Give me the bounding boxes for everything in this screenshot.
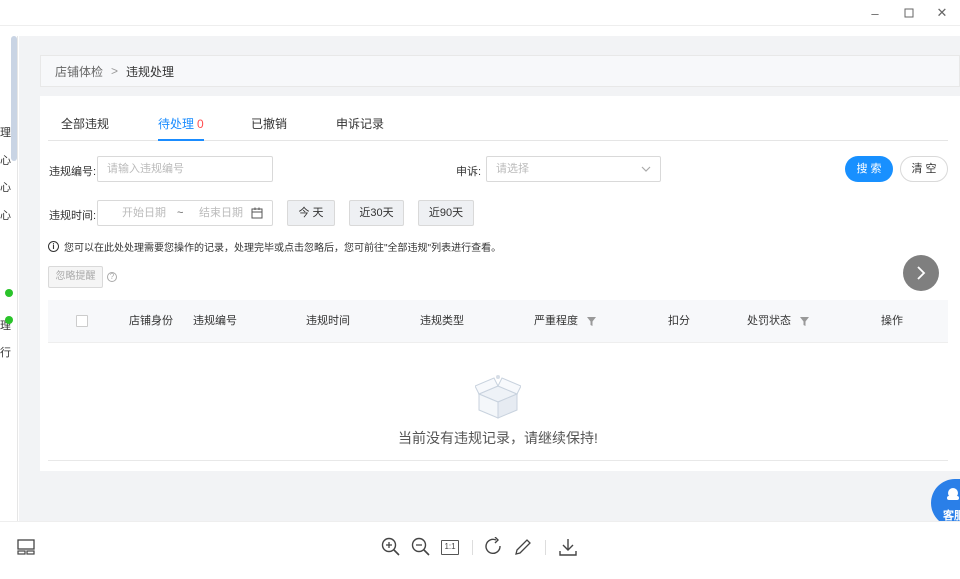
column-header: 店铺身份 xyxy=(129,315,173,327)
sidebar-fragment[interactable]: 心 xyxy=(0,179,11,195)
empty-text: 当前没有违规记录，请继续保持! xyxy=(398,430,598,446)
tab-label: 申诉记录 xyxy=(336,117,385,131)
column-header: 违规编号 xyxy=(193,315,237,327)
chevron-down-icon xyxy=(641,166,651,172)
status-dot xyxy=(5,289,13,297)
sidebar-fragment[interactable]: 心 xyxy=(0,207,11,223)
rotate-button[interactable] xyxy=(483,536,505,558)
date-range-separator: ~ xyxy=(177,207,184,219)
table-header: 店铺身份 违规编号 违规时间 违规类型 严重程度 扣分 处罚状态 操作 xyxy=(48,300,948,343)
tab-bar: 全部违规 待处理 0 已撤销 申诉记录 xyxy=(48,108,948,141)
start-date-placeholder: 开始日期 xyxy=(122,207,166,219)
sidebar-clipped: 理 心 心 心 理 行 xyxy=(0,36,18,521)
sidebar-fragment[interactable]: 理 xyxy=(0,124,11,140)
column-header: 操作 xyxy=(881,315,903,327)
pencil-icon xyxy=(515,539,531,555)
end-date-placeholder: 结束日期 xyxy=(199,207,243,219)
toolbar-divider xyxy=(472,540,473,555)
column-header-label: 处罚状态 xyxy=(747,315,791,327)
tab-all-violations[interactable]: 全部违规 xyxy=(61,108,109,141)
breadcrumb-separator: > xyxy=(111,64,119,78)
download-button[interactable] xyxy=(557,536,579,558)
calendar-icon xyxy=(251,207,263,219)
rotate-icon xyxy=(485,537,501,554)
zoom-out-button[interactable] xyxy=(410,536,432,558)
zoom-in-button[interactable] xyxy=(380,536,402,558)
search-button[interactable]: 搜 索 xyxy=(845,156,893,182)
column-header-label: 严重程度 xyxy=(534,315,578,327)
edit-button[interactable] xyxy=(512,536,534,558)
download-icon xyxy=(559,539,577,556)
zoom-in-icon xyxy=(381,537,400,556)
breadcrumb: 店铺体检 > 违规处理 xyxy=(40,55,960,87)
maximize-button[interactable] xyxy=(891,0,927,26)
actual-size-button[interactable]: 1:1 xyxy=(439,536,461,558)
toolbar-divider xyxy=(545,540,546,555)
pending-count: 0 xyxy=(197,117,204,131)
sidebar-fragment[interactable]: 行 xyxy=(0,344,11,360)
status-dot xyxy=(5,316,13,324)
empty-box-icon xyxy=(475,375,521,419)
violation-no-label: 违规编号: xyxy=(49,166,97,178)
column-header: 扣分 xyxy=(668,315,690,327)
tab-label: 已撤销 xyxy=(251,117,288,131)
notice-text: 您可以在此处处理需要您操作的记录，处理完毕或点击忽略后，您可前往"全部违规"列表… xyxy=(64,243,502,254)
quick-today-button[interactable]: 今 天 xyxy=(287,200,335,226)
window-titlebar: – ✕ xyxy=(0,0,960,26)
select-all-checkbox[interactable] xyxy=(76,315,88,327)
close-button[interactable]: ✕ xyxy=(924,0,960,26)
layout-toggle-button[interactable] xyxy=(15,536,37,558)
maximize-icon xyxy=(904,8,914,18)
tab-label: 待处理 xyxy=(158,117,195,131)
appeal-select[interactable]: 请选择 xyxy=(486,156,661,182)
column-header-severity[interactable]: 严重程度 xyxy=(534,300,597,343)
appeal-placeholder: 请选择 xyxy=(496,163,529,175)
viewer-toolbar: 1:1 xyxy=(0,521,960,579)
quick-90-days-button[interactable]: 近90天 xyxy=(418,200,474,226)
violation-no-placeholder: 请输入违规编号 xyxy=(107,163,184,175)
layout-icon xyxy=(17,539,35,555)
ignore-reminder-button[interactable]: 忽略提醒 xyxy=(48,266,103,288)
date-range-picker[interactable]: 开始日期 ~ 结束日期 xyxy=(97,200,273,226)
help-icon[interactable]: ? xyxy=(107,272,117,282)
tab-label: 全部违规 xyxy=(61,117,110,131)
actual-size-icon: 1:1 xyxy=(441,539,459,555)
next-arrow-button[interactable] xyxy=(903,255,939,291)
filter-icon[interactable] xyxy=(587,316,597,326)
tab-revoked[interactable]: 已撤销 xyxy=(251,108,287,141)
violation-time-label: 违规时间: xyxy=(49,210,97,222)
sidebar-fragment[interactable]: 心 xyxy=(0,152,11,168)
filter-icon[interactable] xyxy=(800,316,810,326)
zoom-out-icon xyxy=(411,537,430,556)
clear-button[interactable]: 清 空 xyxy=(900,156,948,182)
appeal-label: 申诉: xyxy=(456,166,482,178)
notice-line: i 您可以在此处处理需要您操作的记录，处理完毕或点击忽略后，您可前往"全部违规"… xyxy=(48,239,501,254)
quick-30-days-button[interactable]: 近30天 xyxy=(349,200,404,226)
column-header-status[interactable]: 处罚状态 xyxy=(747,300,810,343)
minimize-button[interactable]: – xyxy=(857,0,893,26)
violation-no-input[interactable]: 请输入违规编号 xyxy=(97,156,273,182)
sidebar-scrollbar[interactable] xyxy=(11,36,17,161)
tab-appeal-records[interactable]: 申诉记录 xyxy=(336,108,384,141)
info-icon: i xyxy=(48,241,59,252)
breadcrumb-current: 违规处理 xyxy=(126,64,175,79)
headset-icon xyxy=(947,488,959,500)
column-header: 违规时间 xyxy=(306,315,350,327)
column-header: 违规类型 xyxy=(420,315,464,327)
breadcrumb-root[interactable]: 店铺体检 xyxy=(55,63,103,80)
tab-pending[interactable]: 待处理 0 xyxy=(158,108,204,141)
chevron-right-icon xyxy=(917,266,926,280)
table-bottom-border xyxy=(48,460,948,461)
